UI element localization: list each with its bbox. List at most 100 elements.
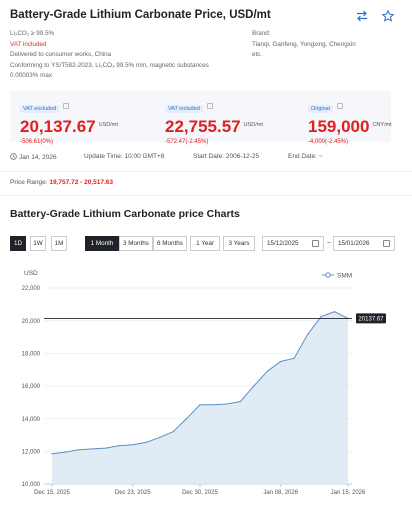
date-text: Jan 14, 2026 <box>19 154 57 161</box>
date-to-value: 15/01/2026 <box>338 240 370 247</box>
date-from-value: 15/12/2025 <box>267 240 299 247</box>
x-tick-label: Dec 30, 2025 <box>182 490 218 496</box>
price-unit: CNY/mt <box>372 122 392 128</box>
calendar-icon <box>312 240 319 247</box>
spec-standard: Conforming to YS/T582-2023, Li₂CO₃ 99.5%… <box>10 61 209 69</box>
data-point <box>91 448 93 450</box>
data-point <box>78 449 80 451</box>
date-meta: Jan 14, 2026 <box>10 153 57 161</box>
price-tag: VAT excluded <box>20 105 60 113</box>
price-vat-excluded: VAT excluded 20,137.67 USD/mt -506.61(0%) <box>20 97 118 145</box>
divider <box>0 195 412 196</box>
x-tick-label: Jan 08, 2026 <box>263 490 298 496</box>
date-range-separator: ~ <box>327 240 332 247</box>
chart-legend: SMM <box>322 272 352 280</box>
price-original: Original 159,000 CNY/mt -4,000(-2.45%) <box>308 97 392 145</box>
clock-icon <box>10 153 17 160</box>
chart-section-title: Battery-Grade Lithium Carbonate price Ch… <box>10 208 240 220</box>
y-tick-label: 16,000 <box>22 384 41 390</box>
brand-etc: etc. <box>252 51 263 59</box>
star-icon[interactable] <box>381 9 395 22</box>
page-title: Battery-Grade Lithium Carbonate Price, U… <box>10 9 271 21</box>
price-chart-svg: 22,000 20,000 18,000 16,000 14,000 12,000 10,0… <box>22 270 386 496</box>
data-point <box>266 370 268 372</box>
range-1-year-button[interactable]: 1 Year <box>190 236 220 251</box>
range-6-months-button[interactable]: 6 Months <box>153 236 187 251</box>
date-to-input[interactable]: 15/01/2026 <box>333 236 395 251</box>
data-point <box>51 453 53 455</box>
y-tick-label: 22,000 <box>22 286 41 292</box>
data-point <box>212 404 215 406</box>
plot-layer: 20137.67 <box>44 311 386 484</box>
price-range: Price Range: 19,757.72 - 20,517.63 <box>10 179 113 186</box>
view-1m-button[interactable]: 1M <box>51 236 67 251</box>
data-point <box>172 431 174 433</box>
data-point <box>226 403 228 405</box>
data-point <box>333 311 336 313</box>
price-vat-included: VAT included 22,755.57 USD/mt -572.47(-2.… <box>165 97 263 145</box>
data-point <box>105 447 107 449</box>
data-point <box>145 441 147 443</box>
data-point <box>199 404 201 406</box>
update-time: Update Time: 10:00 GMT+8 <box>84 153 165 160</box>
view-1w-button[interactable]: 1W <box>30 236 46 251</box>
y-tick-label: 12,000 <box>22 450 41 456</box>
spec-delivery: Delivered to consumer works, China <box>10 51 112 59</box>
y-tick-label: 14,000 <box>22 417 41 423</box>
data-point <box>320 315 322 318</box>
divider <box>0 171 412 172</box>
price-unit: USD/mt <box>98 122 118 128</box>
end-date: End Date: ~ <box>288 153 323 160</box>
data-point <box>280 360 282 363</box>
range-3-years-button[interactable]: 3 Years <box>223 236 255 251</box>
data-point <box>253 385 255 387</box>
y-tick-label: 20,000 <box>22 319 41 325</box>
y-tick-label: 10,000 <box>22 482 41 488</box>
data-point <box>239 400 241 403</box>
view-1d-button[interactable]: 1D <box>10 236 26 251</box>
calendar-icon <box>383 240 390 247</box>
data-point <box>307 333 309 336</box>
spec-vat: VAT included <box>10 40 47 48</box>
reference-label: 20137.67 <box>358 317 384 323</box>
copy-icon[interactable] <box>206 102 213 109</box>
price-tag: Original <box>308 105 333 113</box>
start-date: Start Date: 2006-12-25 <box>193 153 260 160</box>
brand-label: Brand: <box>252 30 271 37</box>
brand-details: Brand: Tianqi, Ganfeng, Yongxing, Chengx… <box>252 29 402 61</box>
price-change: -572.47(-2.45%) <box>165 139 209 145</box>
header-actions <box>356 9 395 22</box>
legend-marker <box>325 272 331 278</box>
range-1-month-button[interactable]: 1 Month <box>85 236 119 251</box>
x-tick-label: Jan 15, 2026 <box>331 490 366 496</box>
spec-purity: Li₂CO₃ ≥ 99.5% <box>10 30 55 37</box>
price-panel: VAT excluded 20,137.67 USD/mt -506.61(0%)… <box>10 91 392 145</box>
x-tick-label: Dec 15, 2025 <box>34 490 70 496</box>
data-point <box>185 418 188 420</box>
y-axis-label: USD <box>24 270 38 277</box>
price-value: 20,137.67 <box>20 117 96 136</box>
price-range-label: Price Range: <box>10 179 50 186</box>
data-point <box>64 451 67 453</box>
data-point <box>293 357 295 359</box>
price-chart: 22,000 20,000 18,000 16,000 14,000 12,000 10,0… <box>0 262 412 512</box>
chart-controls: 1D 1W 1M 1 Month 3 Months 6 Months 1 Yea… <box>10 236 405 251</box>
copy-icon[interactable] <box>336 102 343 109</box>
convert-icon[interactable] <box>356 9 368 22</box>
price-unit: USD/mt <box>243 122 263 128</box>
data-point <box>132 444 134 446</box>
legend-label: SMM <box>337 273 352 280</box>
price-tag: VAT included <box>165 105 203 113</box>
spec-magnetic: 0.00003% max <box>10 72 53 80</box>
data-point <box>159 436 161 439</box>
brand-value: Tianqi, Ganfeng, Yongxing, Chengxin <box>252 40 356 48</box>
series-area <box>52 311 348 484</box>
date-from-input[interactable]: 15/12/2025 <box>262 236 324 251</box>
price-range-value: 19,757.72 - 20,517.63 <box>49 179 114 186</box>
price-value: 22,755.57 <box>165 117 241 136</box>
price-value: 159,000 <box>308 117 370 136</box>
copy-icon[interactable] <box>63 102 70 109</box>
data-point <box>118 445 120 447</box>
spec-details: Li₂CO₃ ≥ 99.5% VAT included Delivered to… <box>10 29 250 82</box>
range-3-months-button[interactable]: 3 Months <box>119 236 153 251</box>
